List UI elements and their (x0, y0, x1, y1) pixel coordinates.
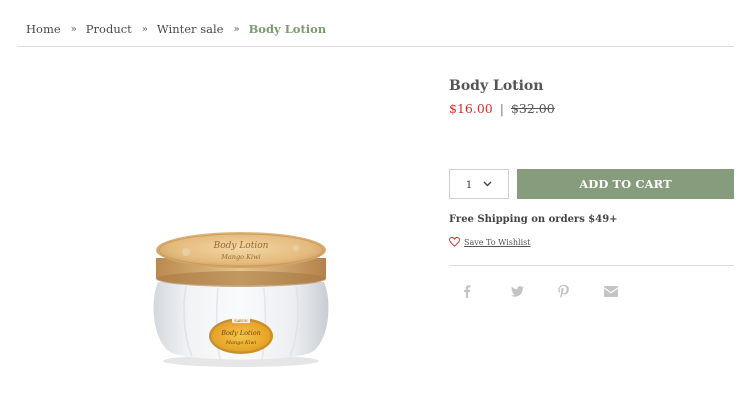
breadcrumb-current: Body Lotion (248, 22, 327, 36)
breadcrumb-separator: » (141, 23, 148, 35)
twitter-share-button[interactable] (509, 283, 525, 299)
svg-text:Body Lotion: Body Lotion (213, 241, 269, 251)
svg-text:Mango Kiwi: Mango Kiwi (220, 253, 260, 261)
quantity-select[interactable]: 1 (449, 169, 509, 199)
svg-text:Mango Kiwi: Mango Kiwi (225, 340, 257, 346)
body-lotion-jar-image: SABON Body Lotion Mango Kiwi Body Lotion… (153, 232, 329, 367)
sale-price: $16.00 (449, 101, 493, 116)
add-to-cart-button[interactable]: ADD TO CART (517, 169, 734, 199)
facebook-share-button[interactable] (459, 283, 475, 299)
pinterest-icon (557, 284, 569, 298)
breadcrumb-product-link[interactable]: Product (86, 22, 132, 36)
svg-text:SABON: SABON (234, 319, 248, 323)
twitter-icon (510, 285, 524, 297)
original-price: $32.00 (510, 101, 555, 116)
header-divider (17, 46, 734, 47)
wishlist-label: Save To Wishlist (464, 237, 531, 247)
share-divider (449, 265, 734, 266)
email-icon (604, 285, 618, 297)
breadcrumb-home-link[interactable]: Home (26, 22, 61, 36)
facebook-icon (463, 284, 471, 298)
breadcrumb-separator: » (70, 23, 77, 35)
svg-text:Body Lotion: Body Lotion (220, 329, 261, 337)
email-share-button[interactable] (603, 283, 619, 299)
product-image: SABON Body Lotion Mango Kiwi Body Lotion… (148, 228, 334, 368)
chevron-down-icon (483, 181, 492, 187)
price-block: $16.00 | $32.00 (449, 101, 555, 116)
breadcrumb-separator: » (233, 23, 240, 35)
price-separator: | (499, 101, 504, 116)
quantity-value: 1 (465, 179, 473, 191)
save-to-wishlist-link[interactable]: Save To Wishlist (449, 237, 530, 247)
product-title: Body Lotion (449, 78, 544, 94)
shipping-notice: Free Shipping on orders $49+ (449, 214, 618, 225)
heart-icon (449, 237, 460, 247)
breadcrumb-winter-sale-link[interactable]: Winter sale (157, 22, 224, 36)
pinterest-share-button[interactable] (555, 283, 571, 299)
breadcrumb: Home » Product » Winter sale » Body Loti… (26, 21, 326, 37)
